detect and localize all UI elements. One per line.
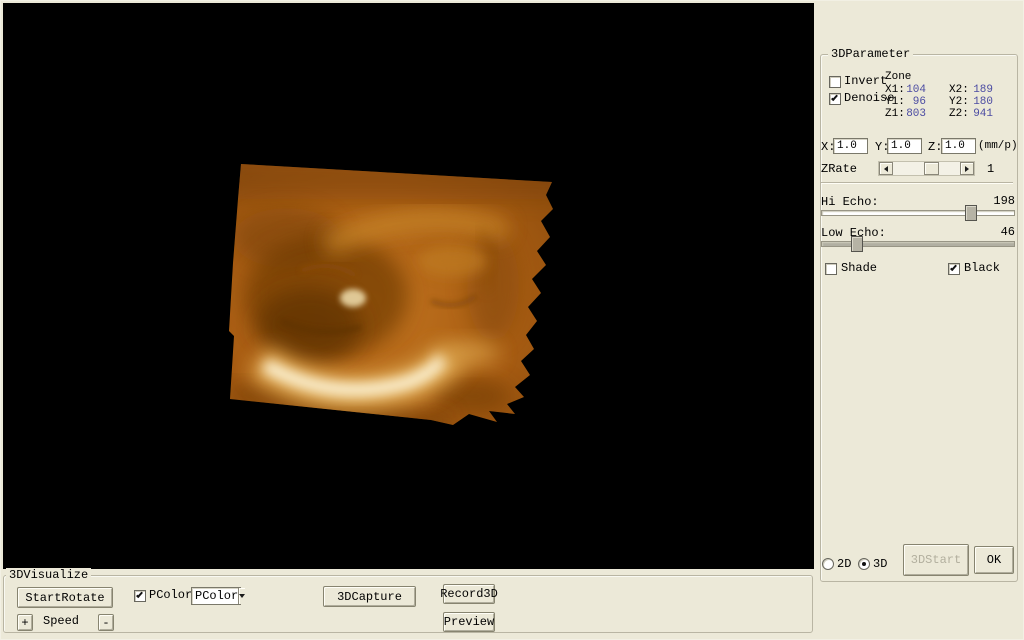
3d-viewport[interactable] bbox=[3, 3, 814, 569]
speed-plus-button[interactable]: + bbox=[17, 614, 33, 631]
speed-label: Speed bbox=[43, 614, 80, 628]
start-rotate-button[interactable]: StartRotate bbox=[17, 587, 113, 608]
pcolor-dropdown-value: PColor bbox=[195, 589, 239, 603]
ultrasound-volume-render bbox=[3, 3, 814, 569]
black-label: Black bbox=[964, 261, 1001, 275]
x-scale-input[interactable] bbox=[833, 138, 868, 154]
mode-2d-radio[interactable] bbox=[822, 558, 834, 570]
visualize-panel: 3DVisualize StartRotate PColor PColor + … bbox=[1, 568, 815, 640]
y-scale-input[interactable] bbox=[887, 138, 922, 154]
zone-label: Zone bbox=[885, 71, 912, 83]
parameter-group-title: 3DParameter bbox=[828, 47, 914, 61]
speed-minus-button[interactable]: - bbox=[98, 614, 114, 631]
pcolor-dropdown-button[interactable] bbox=[238, 588, 246, 604]
check-icon bbox=[136, 590, 143, 599]
visualize-group-title: 3DVisualize bbox=[6, 568, 92, 582]
pcolor-checkbox[interactable] bbox=[134, 590, 146, 602]
shade-label: Shade bbox=[841, 261, 878, 275]
zrate-scrollbar[interactable] bbox=[878, 161, 975, 176]
check-icon bbox=[831, 93, 838, 102]
check-icon bbox=[950, 263, 957, 272]
chevron-down-icon bbox=[239, 594, 246, 598]
preview-button[interactable]: Preview bbox=[443, 612, 495, 632]
arrow-left-icon bbox=[884, 165, 888, 172]
hi-echo-value: 198 bbox=[993, 194, 1015, 208]
low-echo-slider-thumb[interactable] bbox=[850, 236, 863, 252]
parameter-groupbox: 3DParameter bbox=[820, 47, 1018, 582]
low-echo-slider[interactable] bbox=[821, 236, 1015, 252]
mode-2d-label: 2D bbox=[837, 557, 852, 571]
3dcapture-button[interactable]: 3DCapture bbox=[323, 586, 416, 607]
shade-checkbox[interactable] bbox=[825, 263, 837, 275]
hi-echo-slider-thumb[interactable] bbox=[965, 205, 978, 221]
scale-unit-label: (mm/p) bbox=[978, 140, 1018, 152]
parameter-panel: 3DParameter Invert Denoise Zone X1: 104 … bbox=[815, 1, 1024, 640]
zrate-scroll-thumb[interactable] bbox=[924, 162, 939, 175]
zone-z1-value: 803 bbox=[906, 108, 926, 120]
zrate-scroll-right-button[interactable] bbox=[960, 162, 974, 175]
app-window: 3DParameter Invert Denoise Zone X1: 104 … bbox=[0, 0, 1024, 640]
zrate-label: ZRate bbox=[821, 162, 858, 176]
ok-button[interactable]: OK bbox=[974, 546, 1014, 574]
hi-echo-slider[interactable] bbox=[821, 205, 1015, 221]
pcolor-dropdown[interactable]: PColor bbox=[191, 587, 246, 605]
black-checkbox[interactable] bbox=[948, 263, 960, 275]
invert-checkbox[interactable] bbox=[829, 76, 841, 88]
low-echo-value: 46 bbox=[1000, 225, 1015, 239]
mode-3d-radio[interactable] bbox=[858, 558, 870, 570]
zrate-scroll-left-button[interactable] bbox=[879, 162, 893, 175]
denoise-checkbox[interactable] bbox=[829, 93, 841, 105]
record3d-button[interactable]: Record3D bbox=[440, 584, 498, 604]
zone-z2-value: 941 bbox=[973, 108, 993, 120]
invert-label: Invert bbox=[844, 74, 888, 88]
zrate-value: 1 bbox=[987, 162, 995, 176]
z-scale-input[interactable] bbox=[941, 138, 976, 154]
pcolor-label: PColor bbox=[149, 588, 193, 602]
3dstart-button[interactable]: 3DStart bbox=[903, 544, 969, 576]
hi-echo-label: Hi Echo: bbox=[821, 195, 879, 209]
mode-3d-label: 3D bbox=[873, 557, 888, 571]
separator bbox=[821, 182, 1013, 184]
arrow-right-icon bbox=[965, 165, 969, 172]
